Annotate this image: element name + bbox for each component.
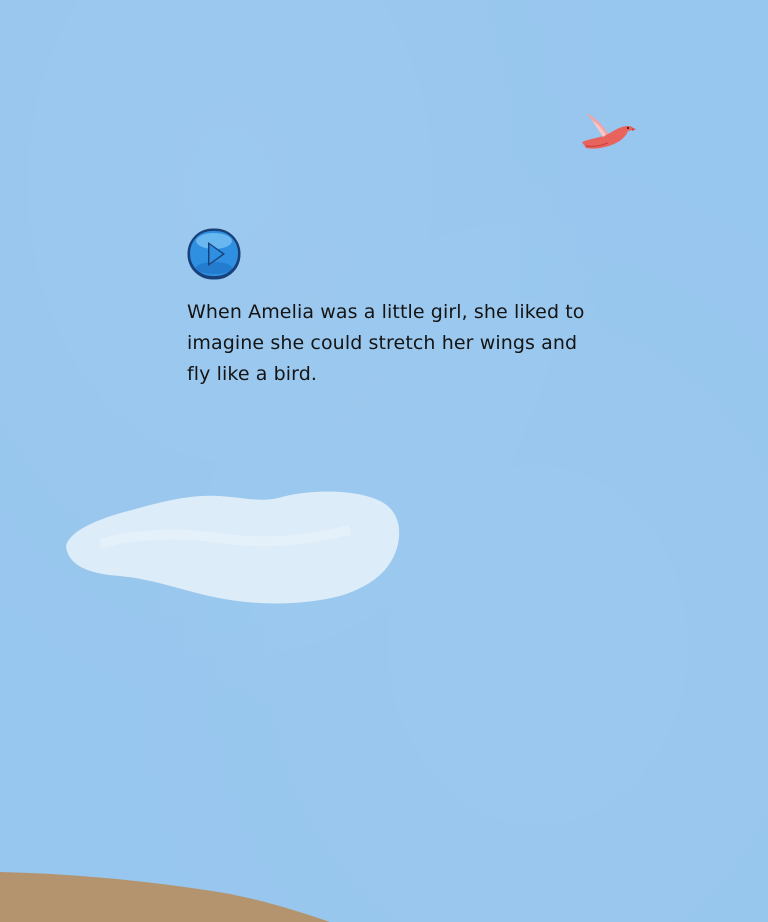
sky-background — [0, 0, 768, 922]
cloud-illustration — [66, 491, 400, 604]
story-page: When Amelia was a little girl, she liked… — [0, 0, 768, 922]
play-icon — [187, 228, 241, 280]
play-audio-button[interactable] — [186, 227, 242, 281]
story-text: When Amelia was a little girl, she liked… — [187, 301, 585, 385]
bird-illustration — [582, 113, 636, 149]
ground-hill — [0, 872, 330, 922]
